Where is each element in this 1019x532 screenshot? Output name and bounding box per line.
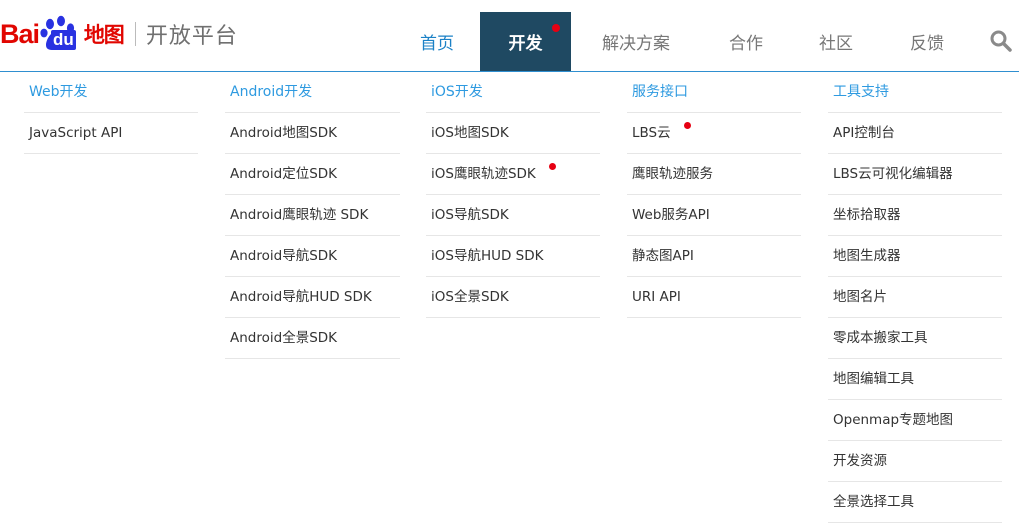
nav-solutions[interactable]: 解决方案 <box>584 12 688 71</box>
menu-item-map-edit-tool[interactable]: 地图编辑工具 <box>828 359 1002 400</box>
menu-item-openmap[interactable]: Openmap专题地图 <box>828 400 1002 441</box>
menu-column-title: 服务接口 <box>627 72 801 113</box>
menu-item-api-console[interactable]: API控制台 <box>828 113 1002 154</box>
menu-item-dev-resources[interactable]: 开发资源 <box>828 441 1002 482</box>
nav-community[interactable]: 社区 <box>796 12 876 71</box>
menu-item-coordinate-picker[interactable]: 坐标拾取器 <box>828 195 1002 236</box>
menu-item-static-map-api[interactable]: 静态图API <box>627 236 801 277</box>
menu-item-android-track-sdk[interactable]: Android鹰眼轨迹 SDK <box>225 195 400 236</box>
nav-home[interactable]: 首页 <box>397 12 477 71</box>
menu-column-title: Android开发 <box>225 72 400 113</box>
new-badge-dot <box>548 163 556 170</box>
menu-item-ios-nav-sdk[interactable]: iOS导航SDK <box>426 195 600 236</box>
menu-column-title: iOS开发 <box>426 72 600 113</box>
menu-item-android-location-sdk[interactable]: Android定位SDK <box>225 154 400 195</box>
new-badge-dot <box>552 24 560 32</box>
menu-item-migration-tool[interactable]: 零成本搬家工具 <box>828 318 1002 359</box>
menu-item-ios-track-sdk[interactable]: iOS鹰眼轨迹SDK <box>426 154 600 195</box>
menu-item-panorama-picker[interactable]: 全景选择工具 <box>828 482 1002 523</box>
nav-develop[interactable]: 开发 <box>480 12 571 71</box>
menu-item-ios-panorama-sdk[interactable]: iOS全景SDK <box>426 277 600 318</box>
nav-develop-label: 开发 <box>508 34 543 54</box>
menu-item-android-map-sdk[interactable]: Android地图SDK <box>225 113 400 154</box>
logo-platform-text: 开放平台 <box>145 24 238 49</box>
menu-column-android: Android开发 Android地图SDK Android定位SDK Andr… <box>225 72 400 359</box>
logo-map-text: 地图 <box>83 23 125 47</box>
menu-item-lbs-visual-editor[interactable]: LBS云可视化编辑器 <box>828 154 1002 195</box>
logo-du-text: du <box>51 30 76 50</box>
logo-bai-text: Bai <box>0 18 40 49</box>
nav-feedback[interactable]: 反馈 <box>887 12 967 71</box>
menu-item-label: iOS鹰眼轨迹SDK <box>431 166 536 182</box>
menu-item-javascript-api[interactable]: JavaScript API <box>24 113 198 154</box>
menu-column-ios: iOS开发 iOS地图SDK iOS鹰眼轨迹SDK iOS导航SDK iOS导航… <box>426 72 600 318</box>
menu-item-uri-api[interactable]: URI API <box>627 277 801 318</box>
menu-item-android-nav-sdk[interactable]: Android导航SDK <box>225 236 400 277</box>
menu-item-map-card[interactable]: 地图名片 <box>828 277 1002 318</box>
menu-column-tools: 工具支持 API控制台 LBS云可视化编辑器 坐标拾取器 地图生成器 地图名片 … <box>828 72 1002 523</box>
menu-item-lbs-cloud[interactable]: LBS云 <box>627 113 801 154</box>
menu-item-track-service[interactable]: 鹰眼轨迹服务 <box>627 154 801 195</box>
menu-item-ios-map-sdk[interactable]: iOS地图SDK <box>426 113 600 154</box>
nav-cooperation[interactable]: 合作 <box>706 12 786 71</box>
logo-divider <box>134 22 136 46</box>
menu-item-ios-nav-hud-sdk[interactable]: iOS导航HUD SDK <box>426 236 600 277</box>
menu-column-title: 工具支持 <box>828 72 1002 113</box>
search-icon[interactable] <box>989 29 1013 53</box>
menu-column-service: 服务接口 LBS云 鹰眼轨迹服务 Web服务API 静态图API URI API <box>627 72 801 318</box>
menu-item-android-panorama-sdk[interactable]: Android全景SDK <box>225 318 400 359</box>
baidu-map-logo[interactable]: Bai du 地图 开放平台 <box>0 12 238 56</box>
menu-item-label: LBS云 <box>632 125 671 141</box>
menu-item-web-service-api[interactable]: Web服务API <box>627 195 801 236</box>
menu-item-map-generator[interactable]: 地图生成器 <box>828 236 1002 277</box>
new-badge-dot <box>683 122 691 129</box>
top-header: Bai du 地图 开放平台 首页 开发 解决方案 合作 社区 反馈 <box>0 0 1019 72</box>
menu-column-web: Web开发 JavaScript API <box>24 72 198 154</box>
menu-item-android-nav-hud-sdk[interactable]: Android导航HUD SDK <box>225 277 400 318</box>
menu-column-title: Web开发 <box>24 72 198 113</box>
